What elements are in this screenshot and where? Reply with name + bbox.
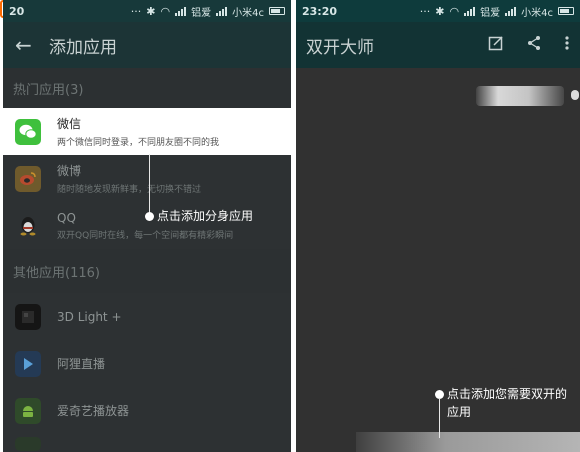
signal-icon-2 <box>505 6 517 16</box>
wechat-icon <box>15 118 41 145</box>
app-desc: 两个微信同时登录，不同朋友圈不同的我 <box>57 138 220 148</box>
status-bar: 20 ··· ✱ ◠ 铝爱 小米4c <box>3 0 291 22</box>
carrier-name: 铝爱 <box>480 7 501 19</box>
app-name: 爱奇艺播放器 <box>57 404 130 418</box>
edit-icon[interactable] <box>488 35 504 55</box>
app-row-ali-live[interactable]: 阿狸直播 <box>3 340 291 387</box>
callout-text-line2: 应用 <box>447 405 472 419</box>
device-name: 小米4c <box>232 7 264 19</box>
status-indicators: ··· ✱ ◠ 铝爱 小米4c <box>420 4 574 19</box>
app-name: 微博 <box>57 164 82 178</box>
other-apps-header: 其他应用(116) <box>3 249 291 293</box>
callout-line <box>439 398 440 438</box>
app-desc: 双开QQ同时在线，每一个空间都有精彩瞬间 <box>57 230 234 241</box>
battery-icon <box>558 7 574 15</box>
play-icon <box>15 350 41 377</box>
device-name: 小米4c <box>521 7 553 19</box>
signal-icon <box>464 6 476 16</box>
blurred-bottom-card <box>356 432 580 452</box>
app-name: 阿狸直播 <box>57 357 106 371</box>
dots-icon: ··· <box>419 4 431 18</box>
qq-icon <box>15 213 41 239</box>
status-time: 23:20 <box>302 4 338 18</box>
status-indicators: ··· ✱ ◠ 铝爱 小米4c <box>131 4 285 19</box>
blurred-header-strip <box>476 86 564 106</box>
callout-text-line1: 点击添加您需要双开的 <box>447 387 568 401</box>
phone-left-screen: 20 ··· ✱ ◠ 铝爱 小米4c ← 添加应用 热门应用(3) 微信 两个微… <box>3 0 291 452</box>
status-time: 20 <box>9 4 25 18</box>
callout-text: 点击添加分身应用 <box>157 209 254 223</box>
app-toolbar: ← 添加应用 <box>3 22 291 68</box>
signal-icon-2 <box>216 6 228 16</box>
app-name: 3D Light + <box>57 309 122 324</box>
app-name: 微信 <box>57 117 82 131</box>
app-row-partial[interactable] <box>3 434 291 452</box>
carrier-name: 铝爱 <box>191 7 212 19</box>
battery-icon <box>269 7 285 15</box>
callout-dot <box>145 212 154 221</box>
app-row-wechat[interactable]: 微信 两个微信同时登录，不同朋友圈不同的我 <box>3 108 291 155</box>
android-icon <box>15 397 41 424</box>
bluetooth-icon: ✱ <box>435 4 445 18</box>
share-icon[interactable] <box>526 35 542 55</box>
status-bar: 23:20 ··· ✱ ◠ 铝爱 小米4c <box>296 0 580 22</box>
wifi-icon: ◠ <box>160 4 171 18</box>
back-arrow-icon[interactable]: ← <box>15 33 49 57</box>
blurred-chip <box>571 90 579 100</box>
app-row-3dlight[interactable]: 3D Light + <box>3 293 291 340</box>
signal-icon <box>175 6 187 16</box>
page-title: 添加应用 <box>49 37 117 58</box>
3d-light-icon <box>15 303 41 330</box>
app-row-iqiyi-player[interactable]: 爱奇艺播放器 <box>3 387 291 434</box>
dots-icon: ··· <box>130 4 142 18</box>
hot-apps-header: 热门应用(3) <box>3 68 291 108</box>
app-toolbar: 双开大师 <box>296 22 580 68</box>
app-desc: 随时随地发现新鲜事，无切换不错过 <box>57 185 202 195</box>
callout-line <box>149 154 150 214</box>
more-vert-icon[interactable] <box>564 35 570 55</box>
bluetooth-icon: ✱ <box>146 4 156 18</box>
page-title: 双开大师 <box>306 37 374 58</box>
weibo-icon <box>15 165 41 192</box>
app-icon-partial <box>15 437 41 451</box>
app-row-weibo[interactable]: 微博 随时随地发现新鲜事，无切换不错过 <box>3 155 291 202</box>
wifi-icon: ◠ <box>449 4 460 18</box>
phone-right-screen: 23:20 ··· ✱ ◠ 铝爱 小米4c 双开大师 点击添加您需要双开的 应用 <box>296 0 580 452</box>
callout-text: 点击添加您需要双开的 应用 <box>447 385 567 421</box>
